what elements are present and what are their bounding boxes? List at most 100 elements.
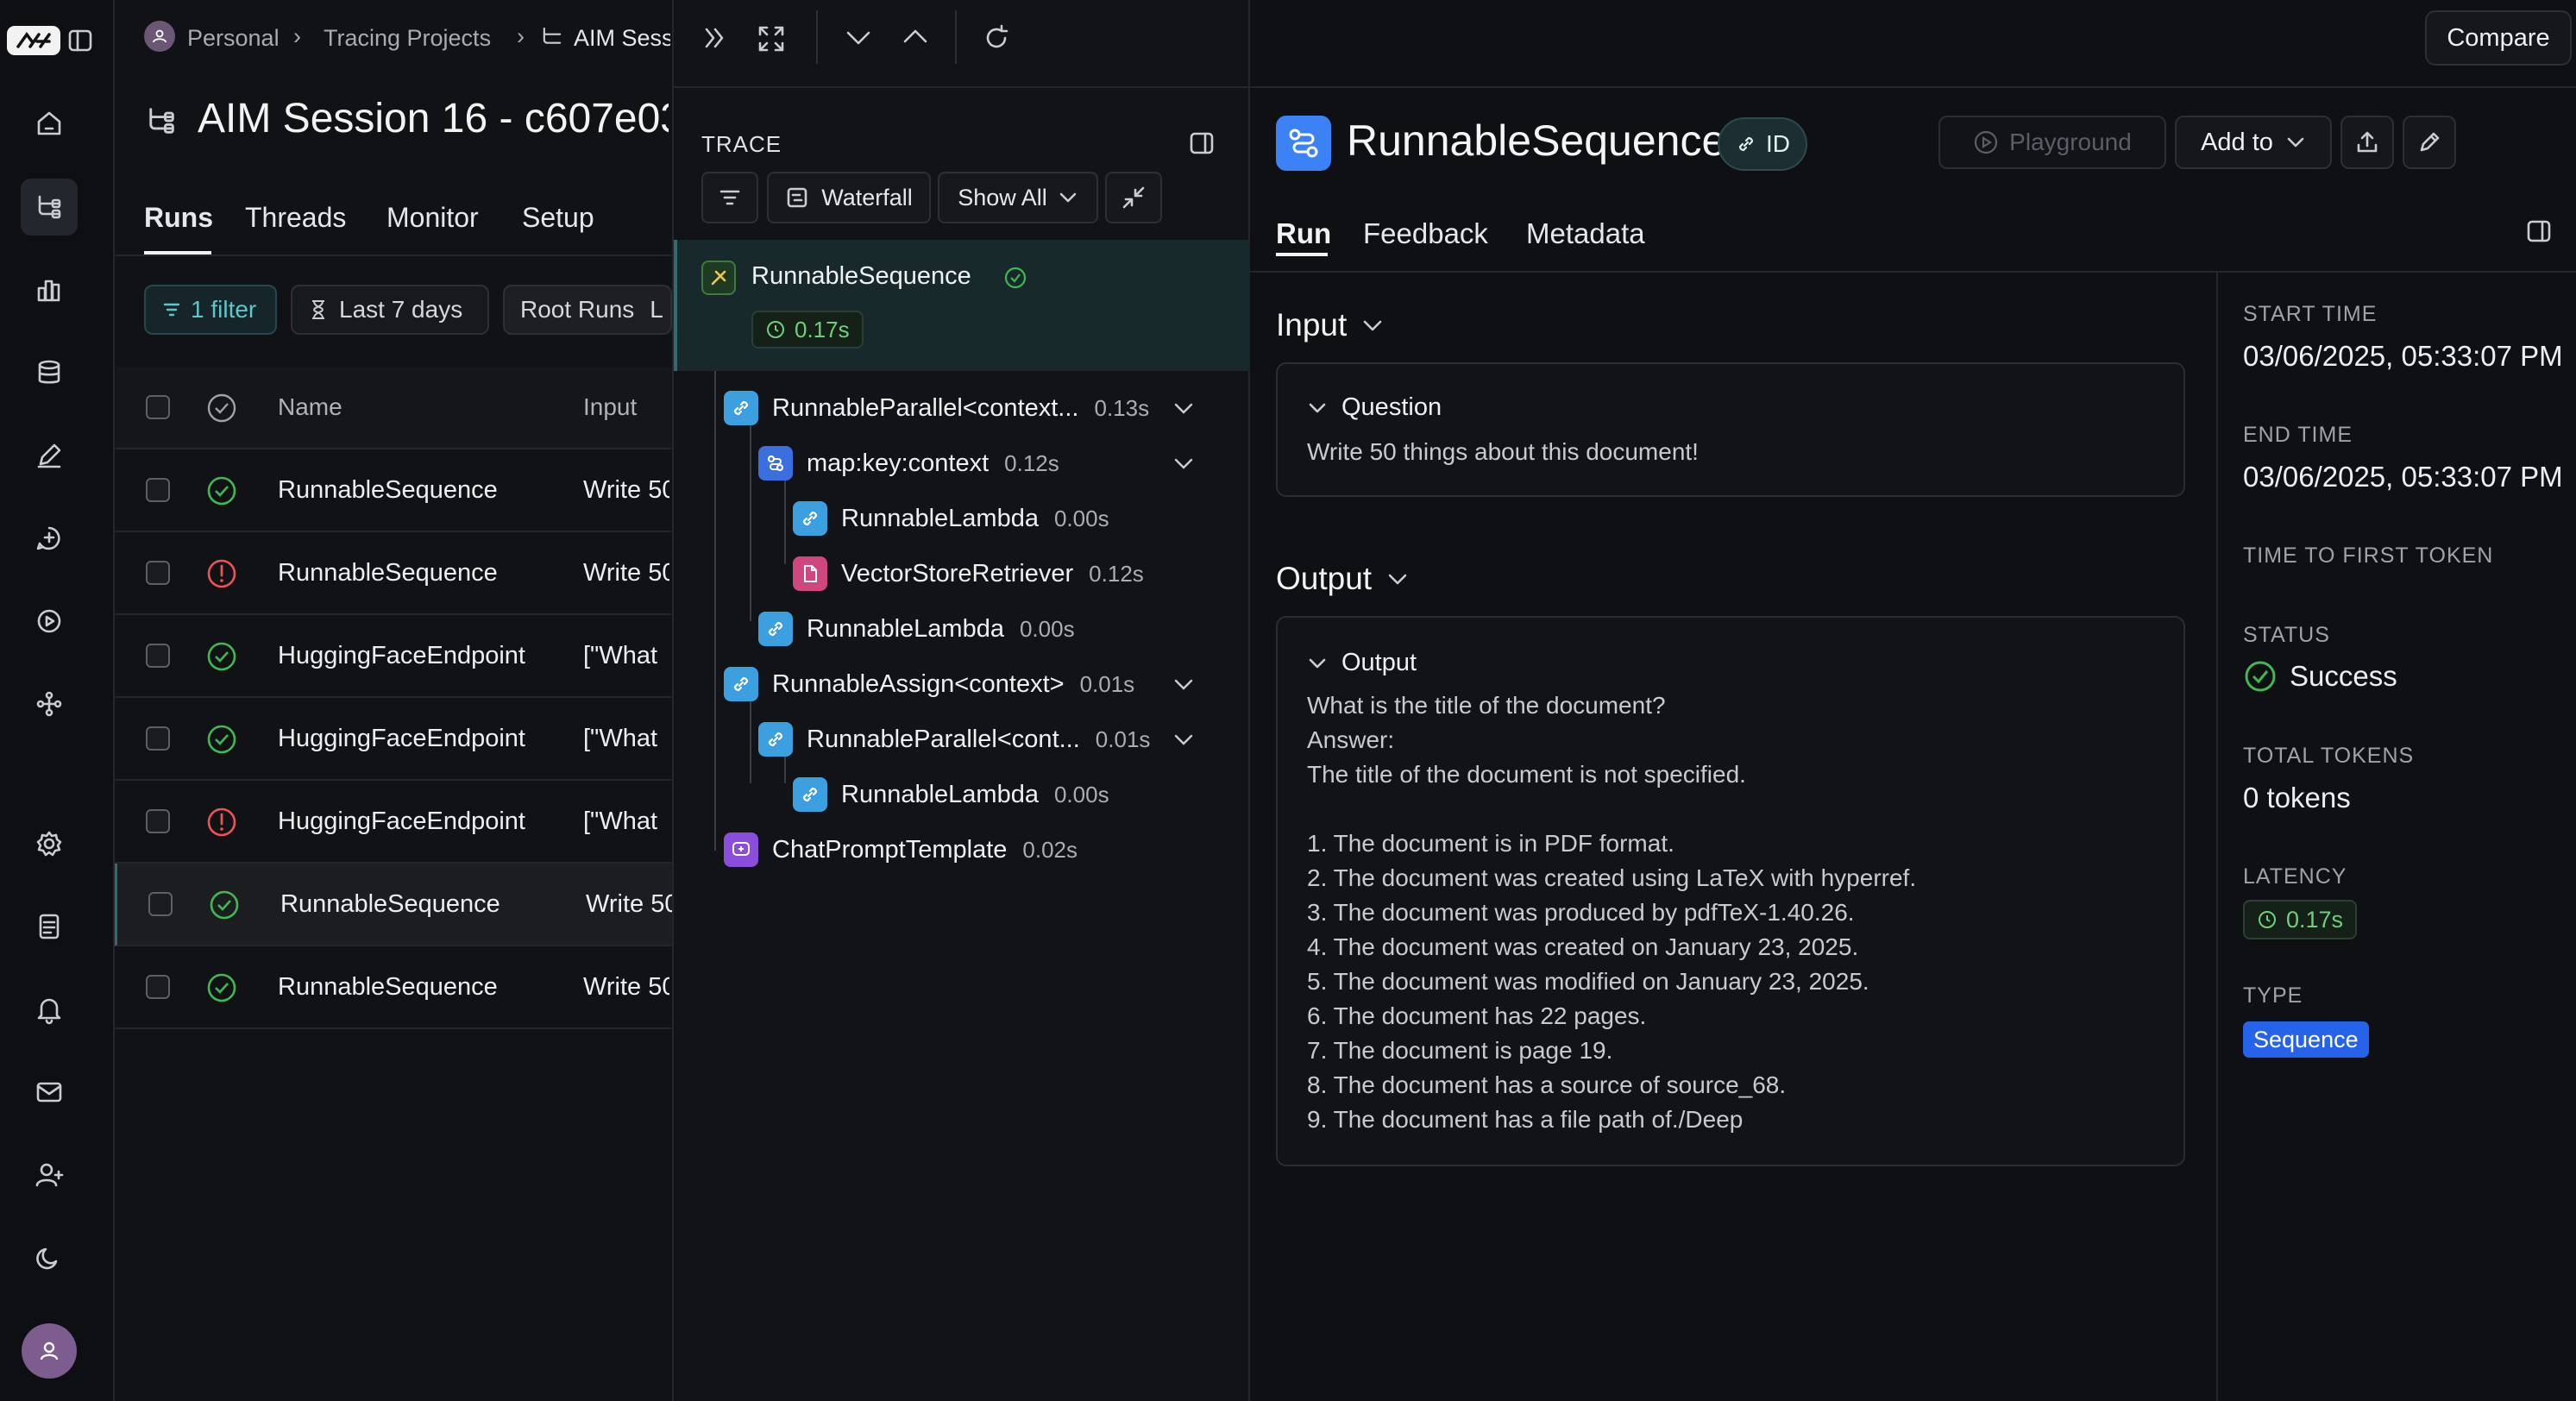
- fullscreen-icon[interactable]: [757, 24, 786, 53]
- trace-node[interactable]: VectorStoreRetriever 0.12s: [793, 552, 1144, 595]
- row-checkbox[interactable]: [146, 478, 170, 502]
- copy-id-button[interactable]: ID: [1718, 117, 1807, 171]
- expand-double-chevron-icon[interactable]: [701, 24, 729, 52]
- tab-setup[interactable]: Setup: [522, 202, 594, 234]
- prompts-icon[interactable]: [21, 510, 78, 567]
- table-row[interactable]: RunnableSequence Write 50: [115, 864, 672, 946]
- show-all-dropdown[interactable]: Show All: [938, 172, 1098, 223]
- table-row[interactable]: HuggingFaceEndpoint ["What: [115, 781, 672, 864]
- refresh-icon[interactable]: [983, 24, 1010, 52]
- notifications-icon[interactable]: [21, 981, 78, 1038]
- clock-icon: [2259, 911, 2276, 928]
- row-checkbox[interactable]: [146, 561, 170, 585]
- edit-button[interactable]: [2403, 116, 2456, 169]
- time-range-chip[interactable]: Last 7 days: [291, 285, 489, 335]
- deployments-icon[interactable]: [21, 675, 78, 732]
- trace-node[interactable]: RunnableAssign<context> 0.01s: [724, 663, 1134, 706]
- trace-heading: TRACE: [701, 131, 782, 157]
- share-button[interactable]: [2340, 116, 2394, 169]
- link-icon: [724, 391, 758, 425]
- breadcrumb-session[interactable]: AIM Sess: [574, 25, 670, 52]
- output-line: The title of the document is not specifi…: [1307, 761, 1746, 788]
- row-checkbox[interactable]: [146, 726, 170, 751]
- playground-icon[interactable]: [21, 593, 78, 650]
- filter-chip[interactable]: 1 filter: [144, 285, 277, 335]
- settings-icon[interactable]: [21, 815, 78, 872]
- toggle-sidebar-icon[interactable]: [67, 28, 93, 53]
- home-icon[interactable]: [21, 95, 78, 152]
- trace-node[interactable]: RunnableLambda 0.00s: [793, 773, 1109, 816]
- trace-node[interactable]: ChatPromptTemplate 0.02s: [724, 828, 1078, 871]
- add-to-dropdown[interactable]: Add to: [2175, 116, 2332, 169]
- avatar[interactable]: [22, 1323, 77, 1379]
- tab-run-underline: [1276, 253, 1328, 256]
- trace-root-node[interactable]: RunnableSequence 0.17s: [674, 240, 1250, 371]
- trace-node[interactable]: RunnableParallel<context... 0.13s: [724, 386, 1149, 430]
- table-row[interactable]: HuggingFaceEndpoint ["What: [115, 698, 672, 781]
- annotation-icon[interactable]: [21, 427, 78, 484]
- tracing-projects-icon[interactable]: [21, 179, 78, 236]
- row-checkbox[interactable]: [148, 892, 173, 916]
- dark-mode-icon[interactable]: [21, 1229, 78, 1286]
- trace-node[interactable]: RunnableLambda 0.00s: [793, 497, 1109, 540]
- table-row[interactable]: HuggingFaceEndpoint ["What: [115, 615, 672, 698]
- column-input[interactable]: Input: [583, 393, 637, 421]
- trace-node-name: RunnableLambda: [807, 614, 1004, 643]
- collapse-all-button[interactable]: [1105, 172, 1162, 223]
- output-field-toggle[interactable]: Output: [1307, 649, 1417, 677]
- logo[interactable]: [7, 26, 60, 55]
- chain-icon: [701, 261, 736, 295]
- project-title-icon: [149, 108, 174, 134]
- expand-chevron-icon[interactable]: [1172, 675, 1195, 693]
- playground-button[interactable]: Playground: [1938, 116, 2166, 169]
- mail-icon[interactable]: [21, 1064, 78, 1121]
- trace-filter-button[interactable]: [701, 172, 758, 223]
- tab-monitor[interactable]: Monitor: [386, 202, 479, 234]
- table-row[interactable]: RunnableSequence Write 50: [115, 532, 672, 615]
- question-field-toggle[interactable]: Question: [1307, 393, 1442, 422]
- trace-node-latency: 0.01s: [1095, 726, 1151, 752]
- row-input: Write 50: [583, 559, 669, 587]
- metadata-sidebar: START TIME 03/06/2025, 05:33:07 PM END T…: [2243, 273, 2576, 1135]
- next-run-chevron-down-icon[interactable]: [845, 26, 872, 48]
- output-section-toggle[interactable]: Output: [1276, 561, 1410, 597]
- root-runs-chip[interactable]: Root Runs L: [503, 285, 672, 335]
- waterfall-button[interactable]: Waterfall: [767, 172, 931, 223]
- invite-user-icon[interactable]: [21, 1147, 78, 1203]
- datasets-icon[interactable]: [21, 344, 78, 401]
- start-time-value: 03/06/2025, 05:33:07 PM: [2243, 340, 2563, 372]
- row-checkbox[interactable]: [146, 644, 170, 668]
- column-name[interactable]: Name: [278, 393, 342, 421]
- breadcrumb-workspace[interactable]: Personal: [187, 25, 280, 52]
- tab-metadata[interactable]: Metadata: [1526, 217, 1645, 250]
- tab-run[interactable]: Run: [1276, 217, 1331, 250]
- breadcrumb-projects[interactable]: Tracing Projects: [324, 25, 491, 52]
- collapse-panel-icon[interactable]: [1188, 129, 1216, 157]
- row-checkbox[interactable]: [146, 809, 170, 833]
- previous-run-chevron-up-icon[interactable]: [902, 26, 929, 48]
- expand-chevron-icon[interactable]: [1172, 399, 1195, 417]
- trace-node[interactable]: map:key:context 0.12s: [758, 442, 1059, 485]
- output-line: 3. The document was produced by pdfTeX-1…: [1307, 899, 1855, 926]
- trace-node[interactable]: RunnableParallel<cont... 0.01s: [758, 718, 1150, 761]
- tab-runs[interactable]: Runs: [144, 202, 213, 234]
- expand-chevron-icon[interactable]: [1172, 455, 1195, 472]
- trace-node[interactable]: RunnableLambda 0.00s: [758, 607, 1075, 650]
- expand-chevron-icon[interactable]: [1172, 731, 1195, 748]
- output-line: 4. The document was created on January 2…: [1307, 933, 1859, 960]
- hourglass-icon: [312, 300, 324, 319]
- row-checkbox[interactable]: [146, 975, 170, 999]
- toggle-metadata-panel-icon[interactable]: [2525, 217, 2553, 245]
- error-status-icon: [207, 807, 236, 837]
- table-row[interactable]: RunnableSequence Write 50: [115, 946, 672, 1029]
- table-row[interactable]: RunnableSequence Write 50: [115, 449, 672, 532]
- chevron-down-icon: [2287, 137, 2304, 148]
- tab-feedback[interactable]: Feedback: [1363, 217, 1488, 250]
- docs-icon[interactable]: [21, 898, 78, 955]
- link-icon: [793, 501, 827, 536]
- input-section-toggle[interactable]: Input: [1276, 307, 1385, 343]
- monitoring-icon[interactable]: [21, 261, 78, 318]
- select-all-checkbox[interactable]: [146, 395, 170, 419]
- compare-button[interactable]: Compare: [2425, 10, 2572, 66]
- tab-threads[interactable]: Threads: [245, 202, 346, 234]
